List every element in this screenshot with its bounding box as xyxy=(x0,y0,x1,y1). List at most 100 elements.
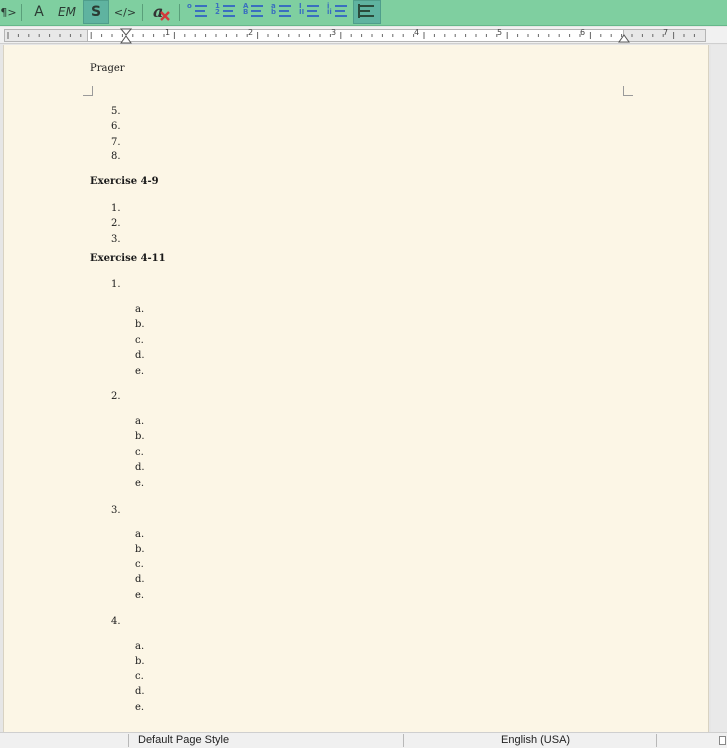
list-item[interactable]: 7. xyxy=(111,137,121,148)
list-numbered-button[interactable]: 1 2 xyxy=(212,0,238,24)
list-line xyxy=(279,15,291,17)
ruler-number: 7 xyxy=(663,28,669,37)
list-upper-roman-button[interactable]: I II xyxy=(296,0,322,24)
sub-list-item[interactable]: d. xyxy=(135,574,145,585)
list-item[interactable]: 2. xyxy=(111,391,121,402)
ruler-number: 5 xyxy=(497,28,503,37)
exercise-heading[interactable]: Exercise 4-11 xyxy=(90,253,166,264)
list-item[interactable]: 3. xyxy=(111,234,121,245)
language-status[interactable]: English (USA) xyxy=(501,734,570,746)
list-line xyxy=(360,15,374,17)
sub-list-item[interactable]: d. xyxy=(135,462,145,473)
sub-list-item[interactable]: c. xyxy=(135,559,144,570)
list-item[interactable]: 6. xyxy=(111,121,121,132)
default-character-label: A xyxy=(34,4,44,20)
list-lower-alpha-button[interactable]: a b xyxy=(268,0,294,24)
clear-formatting-icon: a xyxy=(153,2,170,21)
document-area: Prager 5. 6. 7. 8. Exercise 4-9 1. 2. 3.… xyxy=(0,45,727,732)
header-text[interactable]: Prager xyxy=(90,63,125,74)
clear-formatting-button[interactable]: a xyxy=(148,0,174,24)
text-boundary-corner xyxy=(83,86,93,96)
vertical-scrollbar[interactable] xyxy=(711,45,727,732)
paragraph-style-label: ¶> xyxy=(0,5,17,19)
list-line xyxy=(223,5,235,7)
formatting-toolbar: ¶> A EM S </> a o 1 2 A B a b I II i ii xyxy=(0,0,727,26)
sub-list-item[interactable]: d. xyxy=(135,350,145,361)
page-style-status[interactable]: Default Page Style xyxy=(138,734,229,746)
default-character-button[interactable]: A xyxy=(28,0,50,24)
list-upper-alpha-marker: A B xyxy=(243,2,249,16)
sub-list-item[interactable]: b. xyxy=(135,544,145,555)
no-list-icon xyxy=(357,4,377,20)
list-upper-alpha-button[interactable]: A B xyxy=(240,0,266,24)
sub-list-item[interactable]: e. xyxy=(135,366,144,377)
list-line xyxy=(251,10,261,12)
status-divider xyxy=(656,734,657,747)
sub-list-item[interactable]: d. xyxy=(135,686,145,697)
list-line xyxy=(360,5,374,7)
list-line xyxy=(307,5,319,7)
paragraph-style-button[interactable]: ¶> xyxy=(0,0,17,24)
list-numbered-icon: 1 2 xyxy=(215,3,235,20)
document-modified-icon xyxy=(719,736,726,745)
list-bullet-icon: o xyxy=(187,3,207,20)
list-lower-alpha-marker: a b xyxy=(271,2,277,16)
list-line xyxy=(335,10,345,12)
list-item[interactable]: 1. xyxy=(111,279,121,290)
list-item[interactable]: 2. xyxy=(111,218,121,229)
list-line xyxy=(279,10,289,12)
list-lower-roman-button[interactable]: i ii xyxy=(324,0,350,24)
list-line xyxy=(360,10,370,12)
emphasis-button[interactable]: EM xyxy=(54,0,80,24)
sub-list-item[interactable]: b. xyxy=(135,319,145,330)
list-line xyxy=(335,5,347,7)
strong-emphasis-label: S xyxy=(90,4,102,20)
no-list-button[interactable] xyxy=(353,0,381,24)
text-boundary-corner xyxy=(623,86,633,96)
indent-marker-icon[interactable] xyxy=(120,28,132,44)
toolbar-separator xyxy=(21,4,22,21)
toolbar-separator xyxy=(179,4,180,21)
list-upper-alpha-icon: A B xyxy=(243,2,263,20)
sub-list-item[interactable]: a. xyxy=(135,641,144,652)
sub-list-item[interactable]: e. xyxy=(135,590,144,601)
right-indent-marker-icon[interactable] xyxy=(618,33,630,43)
list-line xyxy=(251,5,263,7)
sub-list-item[interactable]: b. xyxy=(135,431,145,442)
exercise-heading[interactable]: Exercise 4-9 xyxy=(90,176,159,187)
sub-list-item[interactable]: b. xyxy=(135,656,145,667)
status-divider xyxy=(128,734,129,747)
page[interactable]: Prager 5. 6. 7. 8. Exercise 4-9 1. 2. 3.… xyxy=(3,45,709,732)
sub-list-item[interactable]: c. xyxy=(135,671,144,682)
list-lower-alpha-icon: a b xyxy=(271,2,291,20)
sub-list-item[interactable]: e. xyxy=(135,702,144,713)
source-text-label: </> xyxy=(113,5,137,19)
sub-list-item[interactable]: c. xyxy=(135,447,144,458)
list-item[interactable]: 3. xyxy=(111,505,121,516)
sub-list-item[interactable]: a. xyxy=(135,529,144,540)
list-line xyxy=(223,15,235,17)
sub-list-item[interactable]: a. xyxy=(135,416,144,427)
list-line xyxy=(358,4,360,18)
strong-emphasis-button[interactable]: S xyxy=(83,0,109,24)
ruler-number: 3 xyxy=(331,28,337,37)
status-divider xyxy=(403,734,404,747)
list-line xyxy=(223,10,233,12)
sub-list-item[interactable]: a. xyxy=(135,304,144,315)
list-lower-roman-marker: i ii xyxy=(327,2,332,16)
list-line xyxy=(307,10,317,12)
list-item[interactable]: 4. xyxy=(111,616,121,627)
list-line xyxy=(307,15,319,17)
emphasis-label: EM xyxy=(58,5,76,19)
toolbar-separator xyxy=(142,4,143,21)
list-item[interactable]: 5. xyxy=(111,106,121,117)
list-upper-roman-icon: I II xyxy=(299,3,319,20)
source-text-button[interactable]: </> xyxy=(112,0,138,24)
horizontal-ruler[interactable]: 1 2 3 4 5 6 7 xyxy=(0,27,727,44)
list-bullet-button[interactable]: o xyxy=(184,0,210,24)
list-item[interactable]: 8. xyxy=(111,151,121,162)
list-line xyxy=(279,5,291,7)
list-item[interactable]: 1. xyxy=(111,203,121,214)
sub-list-item[interactable]: c. xyxy=(135,335,144,346)
sub-list-item[interactable]: e. xyxy=(135,478,144,489)
